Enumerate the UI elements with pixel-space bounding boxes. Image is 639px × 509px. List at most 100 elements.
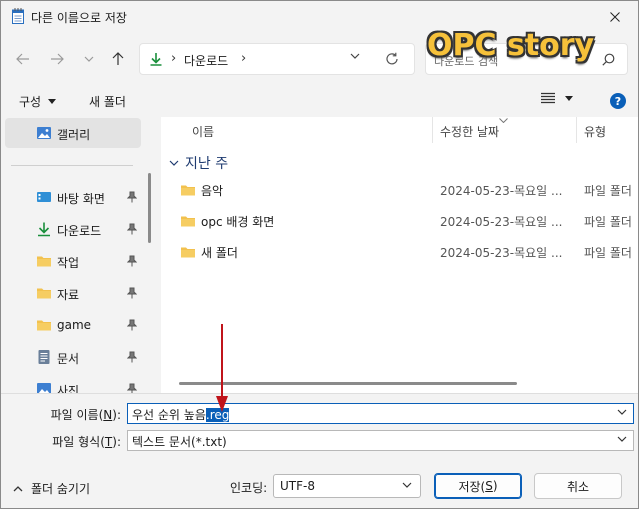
document-icon <box>38 350 50 364</box>
forward-button[interactable] <box>44 47 70 71</box>
new-folder-label: 새 폴더 <box>89 95 126 109</box>
annotation-arrow-icon <box>216 324 228 412</box>
gallery-icon <box>37 127 51 139</box>
folder-icon <box>181 216 195 227</box>
file-list: 이름 수정한 날짜 유형 지난 주 음악 2024-05-23-목요일 ... … <box>161 117 638 393</box>
filetype-label: 파일 형식(T): <box>52 435 121 449</box>
sidebar-item-label: 자료 <box>57 288 80 302</box>
group-header[interactable]: 지난 주 <box>169 153 228 173</box>
breadcrumb-separator-icon[interactable]: › <box>171 51 176 66</box>
pin-icon[interactable] <box>127 351 137 363</box>
chevron-down-icon <box>84 56 94 62</box>
chevron-down-icon <box>617 436 627 442</box>
sidebar-item-pictures[interactable]: 사진 <box>1 374 141 393</box>
folder-icon <box>181 247 195 258</box>
sidebar-divider <box>11 165 133 166</box>
filetype-value: 텍스트 문서(*.txt) <box>132 435 227 449</box>
sidebar-item-materials[interactable]: 자료 <box>1 278 141 308</box>
sidebar-item-label: 작업 <box>57 256 80 270</box>
sidebar-item-gallery[interactable]: 갤러리 <box>5 118 141 148</box>
up-button[interactable] <box>105 47 131 71</box>
pin-icon[interactable] <box>127 223 137 235</box>
chevron-up-icon <box>13 485 23 491</box>
file-name: 음악 <box>201 184 224 198</box>
navigation-pane: 갤러리 바탕 화면 다운로드 작업 자료 game 문서 사진 <box>1 117 154 393</box>
sidebar-item-label: 사진 <box>57 384 80 393</box>
filename-unselected: 우선 순위 높음 <box>132 408 206 422</box>
column-divider[interactable] <box>576 117 577 143</box>
sidebar-scrollbar[interactable] <box>148 173 151 243</box>
watermark-logo: OPC story <box>427 28 595 63</box>
column-header-modified[interactable]: 수정한 날짜 <box>440 123 499 140</box>
chevron-down-icon[interactable] <box>617 409 627 415</box>
column-header-name[interactable]: 이름 <box>192 123 214 140</box>
cancel-button[interactable]: 취소 <box>534 473 622 499</box>
filetype-select[interactable]: 텍스트 문서(*.txt) <box>127 430 634 451</box>
sidebar-item-label: game <box>57 318 92 332</box>
sidebar-item-label: 문서 <box>57 352 80 366</box>
view-options-button[interactable] <box>541 92 573 104</box>
file-modified: 2024-05-23-목요일 ... <box>440 246 563 260</box>
help-button[interactable]: ? <box>610 93 626 109</box>
file-row[interactable]: 음악 2024-05-23-목요일 ... 파일 폴더 <box>161 175 638 205</box>
encoding-select[interactable]: UTF-8 <box>273 474 421 498</box>
refresh-icon[interactable] <box>385 52 399 66</box>
arrow-left-icon <box>16 53 29 65</box>
save-form: 파일 이름(N): 우선 순위 높음.reg 파일 형식(T): 텍스트 문서(… <box>1 393 638 508</box>
pin-icon[interactable] <box>127 383 137 393</box>
chevron-down-icon[interactable] <box>350 53 360 59</box>
close-button[interactable] <box>592 1 638 33</box>
sort-chevron-icon <box>499 118 508 123</box>
folder-icon <box>37 256 51 267</box>
pin-icon[interactable] <box>127 255 137 267</box>
file-name: 새 폴더 <box>201 246 238 260</box>
file-row[interactable]: opc 배경 화면 2024-05-23-목요일 ... 파일 폴더 <box>161 206 638 236</box>
download-icon <box>150 53 162 66</box>
pictures-icon <box>37 383 51 393</box>
arrow-up-icon <box>112 52 124 65</box>
close-icon <box>610 12 620 22</box>
new-folder-button[interactable]: 새 폴더 <box>89 93 126 110</box>
save-as-dialog: 다른 이름으로 저장 › 다운로드 › 다운로드 검색 OPC story 구성… <box>0 0 639 509</box>
file-type: 파일 폴더 <box>584 184 632 198</box>
sidebar-item-documents[interactable]: 문서 <box>1 342 141 372</box>
encoding-label: 인코딩: <box>230 481 268 495</box>
notepad-icon <box>12 8 24 24</box>
breadcrumb-separator-icon[interactable]: › <box>241 51 246 66</box>
breadcrumb-downloads[interactable]: 다운로드 <box>184 52 228 69</box>
chevron-down-icon <box>402 482 412 488</box>
file-modified: 2024-05-23-목요일 ... <box>440 184 563 198</box>
folder-icon <box>37 288 51 299</box>
pin-icon[interactable] <box>127 191 137 203</box>
sidebar-item-downloads[interactable]: 다운로드 <box>1 214 141 244</box>
column-divider[interactable] <box>432 117 433 143</box>
pin-icon[interactable] <box>127 287 137 299</box>
pin-icon[interactable] <box>127 319 137 331</box>
save-button[interactable]: 저장(S) <box>434 473 522 499</box>
window-title: 다른 이름으로 저장 <box>31 11 127 25</box>
sidebar-item-label: 바탕 화면 <box>57 192 105 206</box>
desktop-icon <box>37 192 51 202</box>
sidebar-item-game[interactable]: game <box>1 310 141 340</box>
organize-button[interactable]: 구성 <box>19 93 57 110</box>
file-type: 파일 폴더 <box>584 246 632 260</box>
search-icon <box>602 53 615 66</box>
file-type: 파일 폴더 <box>584 215 632 229</box>
file-modified: 2024-05-23-목요일 ... <box>440 215 563 229</box>
filename-input[interactable]: 우선 순위 높음.reg <box>127 403 634 424</box>
sidebar-item-desktop[interactable]: 바탕 화면 <box>1 182 141 212</box>
chevron-down-icon <box>169 160 179 166</box>
encoding-value: UTF-8 <box>280 479 315 493</box>
arrow-right-icon <box>51 53 64 65</box>
column-header-type[interactable]: 유형 <box>584 123 606 140</box>
back-button[interactable] <box>10 47 36 71</box>
list-view-icon <box>541 92 555 104</box>
folder-icon <box>181 185 195 196</box>
hide-folders-label: 폴더 숨기기 <box>31 482 91 496</box>
hide-folders-button[interactable]: 폴더 숨기기 <box>13 480 90 497</box>
file-row[interactable]: 새 폴더 2024-05-23-목요일 ... 파일 폴더 <box>161 237 638 267</box>
sidebar-item-work[interactable]: 작업 <box>1 246 141 276</box>
address-bar[interactable]: › 다운로드 › <box>139 43 415 75</box>
recent-locations-button[interactable] <box>76 47 102 71</box>
horizontal-scrollbar[interactable] <box>179 382 517 385</box>
